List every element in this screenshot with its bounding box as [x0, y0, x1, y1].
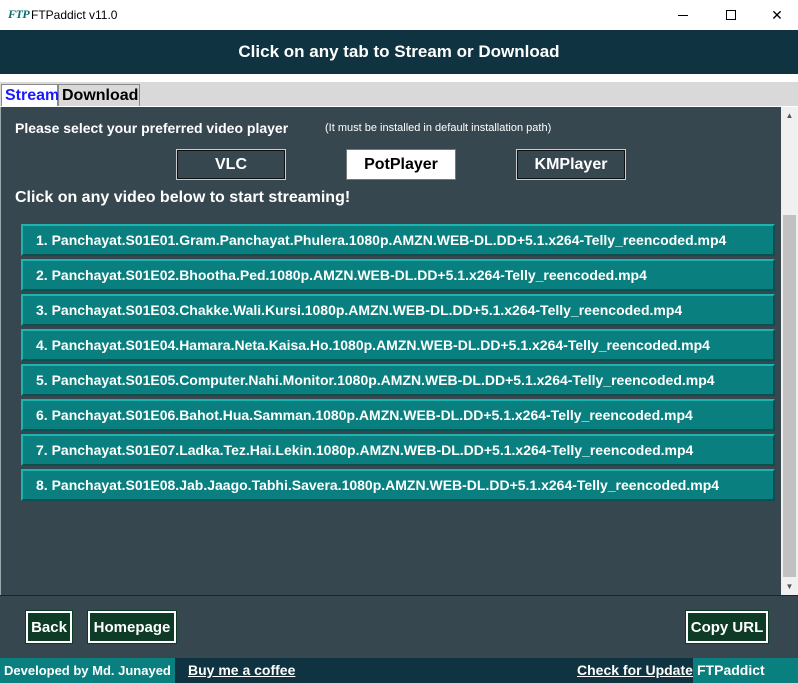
minimize-icon [678, 14, 688, 16]
scroll-down-icon[interactable]: ▼ [781, 578, 798, 595]
video-list: 1. Panchayat.S01E01.Gram.Panchayat.Phule… [21, 224, 775, 504]
header-title: Click on any tab to Stream or Download [238, 42, 560, 61]
vlc-button[interactable]: VLC [176, 149, 286, 180]
video-item[interactable]: 2. Panchayat.S01E02.Bhootha.Ped.1080p.AM… [21, 259, 775, 291]
vertical-scrollbar[interactable]: ▲ ▼ [781, 107, 798, 595]
video-item[interactable]: 4. Panchayat.S01E04.Hamara.Neta.Kaisa.Ho… [21, 329, 775, 361]
stream-panel: Please select your preferred video playe… [0, 107, 798, 595]
video-list-heading: Click on any video below to start stream… [15, 189, 351, 206]
header-banner: Click on any tab to Stream or Download [0, 30, 798, 74]
player-prompt: Please select your preferred video playe… [15, 120, 289, 136]
video-item[interactable]: 3. Panchayat.S01E03.Chakke.Wali.Kursi.10… [21, 294, 775, 326]
video-item[interactable]: 5. Panchayat.S01E05.Computer.Nahi.Monito… [21, 364, 775, 396]
scroll-up-icon[interactable]: ▲ [781, 107, 798, 124]
bottom-bar: Back Homepage Copy URL [0, 595, 798, 658]
player-note: (It must be installed in default install… [325, 122, 552, 134]
maximize-icon [726, 10, 736, 20]
video-item[interactable]: 7. Panchayat.S01E07.Ladka.Tez.Hai.Lekin.… [21, 434, 775, 466]
tab-strip: Stream Download [0, 74, 798, 106]
version-label: FTPaddict v11.0 [693, 658, 798, 683]
window-titlebar: FTP FTPaddict v11.0 ✕ [0, 0, 798, 30]
video-item[interactable]: 8. Panchayat.S01E08.Jab.Jaago.Tabhi.Save… [21, 469, 775, 501]
close-icon: ✕ [771, 6, 783, 23]
kmplayer-button[interactable]: KMPlayer [516, 149, 626, 180]
copy-url-button[interactable]: Copy URL [686, 611, 768, 643]
buy-coffee-link[interactable]: Buy me a coffee [188, 658, 295, 683]
developer-credit: Developed by Md. Junayed [0, 658, 175, 683]
tab-stream[interactable]: Stream [1, 84, 59, 106]
close-button[interactable]: ✕ [754, 0, 798, 30]
video-item[interactable]: 1. Panchayat.S01E01.Gram.Panchayat.Phule… [21, 224, 775, 256]
potplayer-button[interactable]: PotPlayer [346, 149, 456, 180]
footer: Developed by Md. Junayed Buy me a coffee… [0, 658, 798, 683]
app-logo-icon: FTP [8, 7, 30, 21]
window-title: FTPaddict v11.0 [31, 8, 118, 22]
check-update-link[interactable]: Check for Update [577, 658, 693, 683]
tab-download[interactable]: Download [58, 84, 140, 106]
homepage-button[interactable]: Homepage [88, 611, 176, 643]
video-item[interactable]: 6. Panchayat.S01E06.Bahot.Hua.Samman.108… [21, 399, 775, 431]
back-button[interactable]: Back [26, 611, 72, 643]
minimize-button[interactable] [660, 0, 706, 30]
scroll-thumb[interactable] [783, 215, 796, 577]
maximize-button[interactable] [708, 0, 754, 30]
